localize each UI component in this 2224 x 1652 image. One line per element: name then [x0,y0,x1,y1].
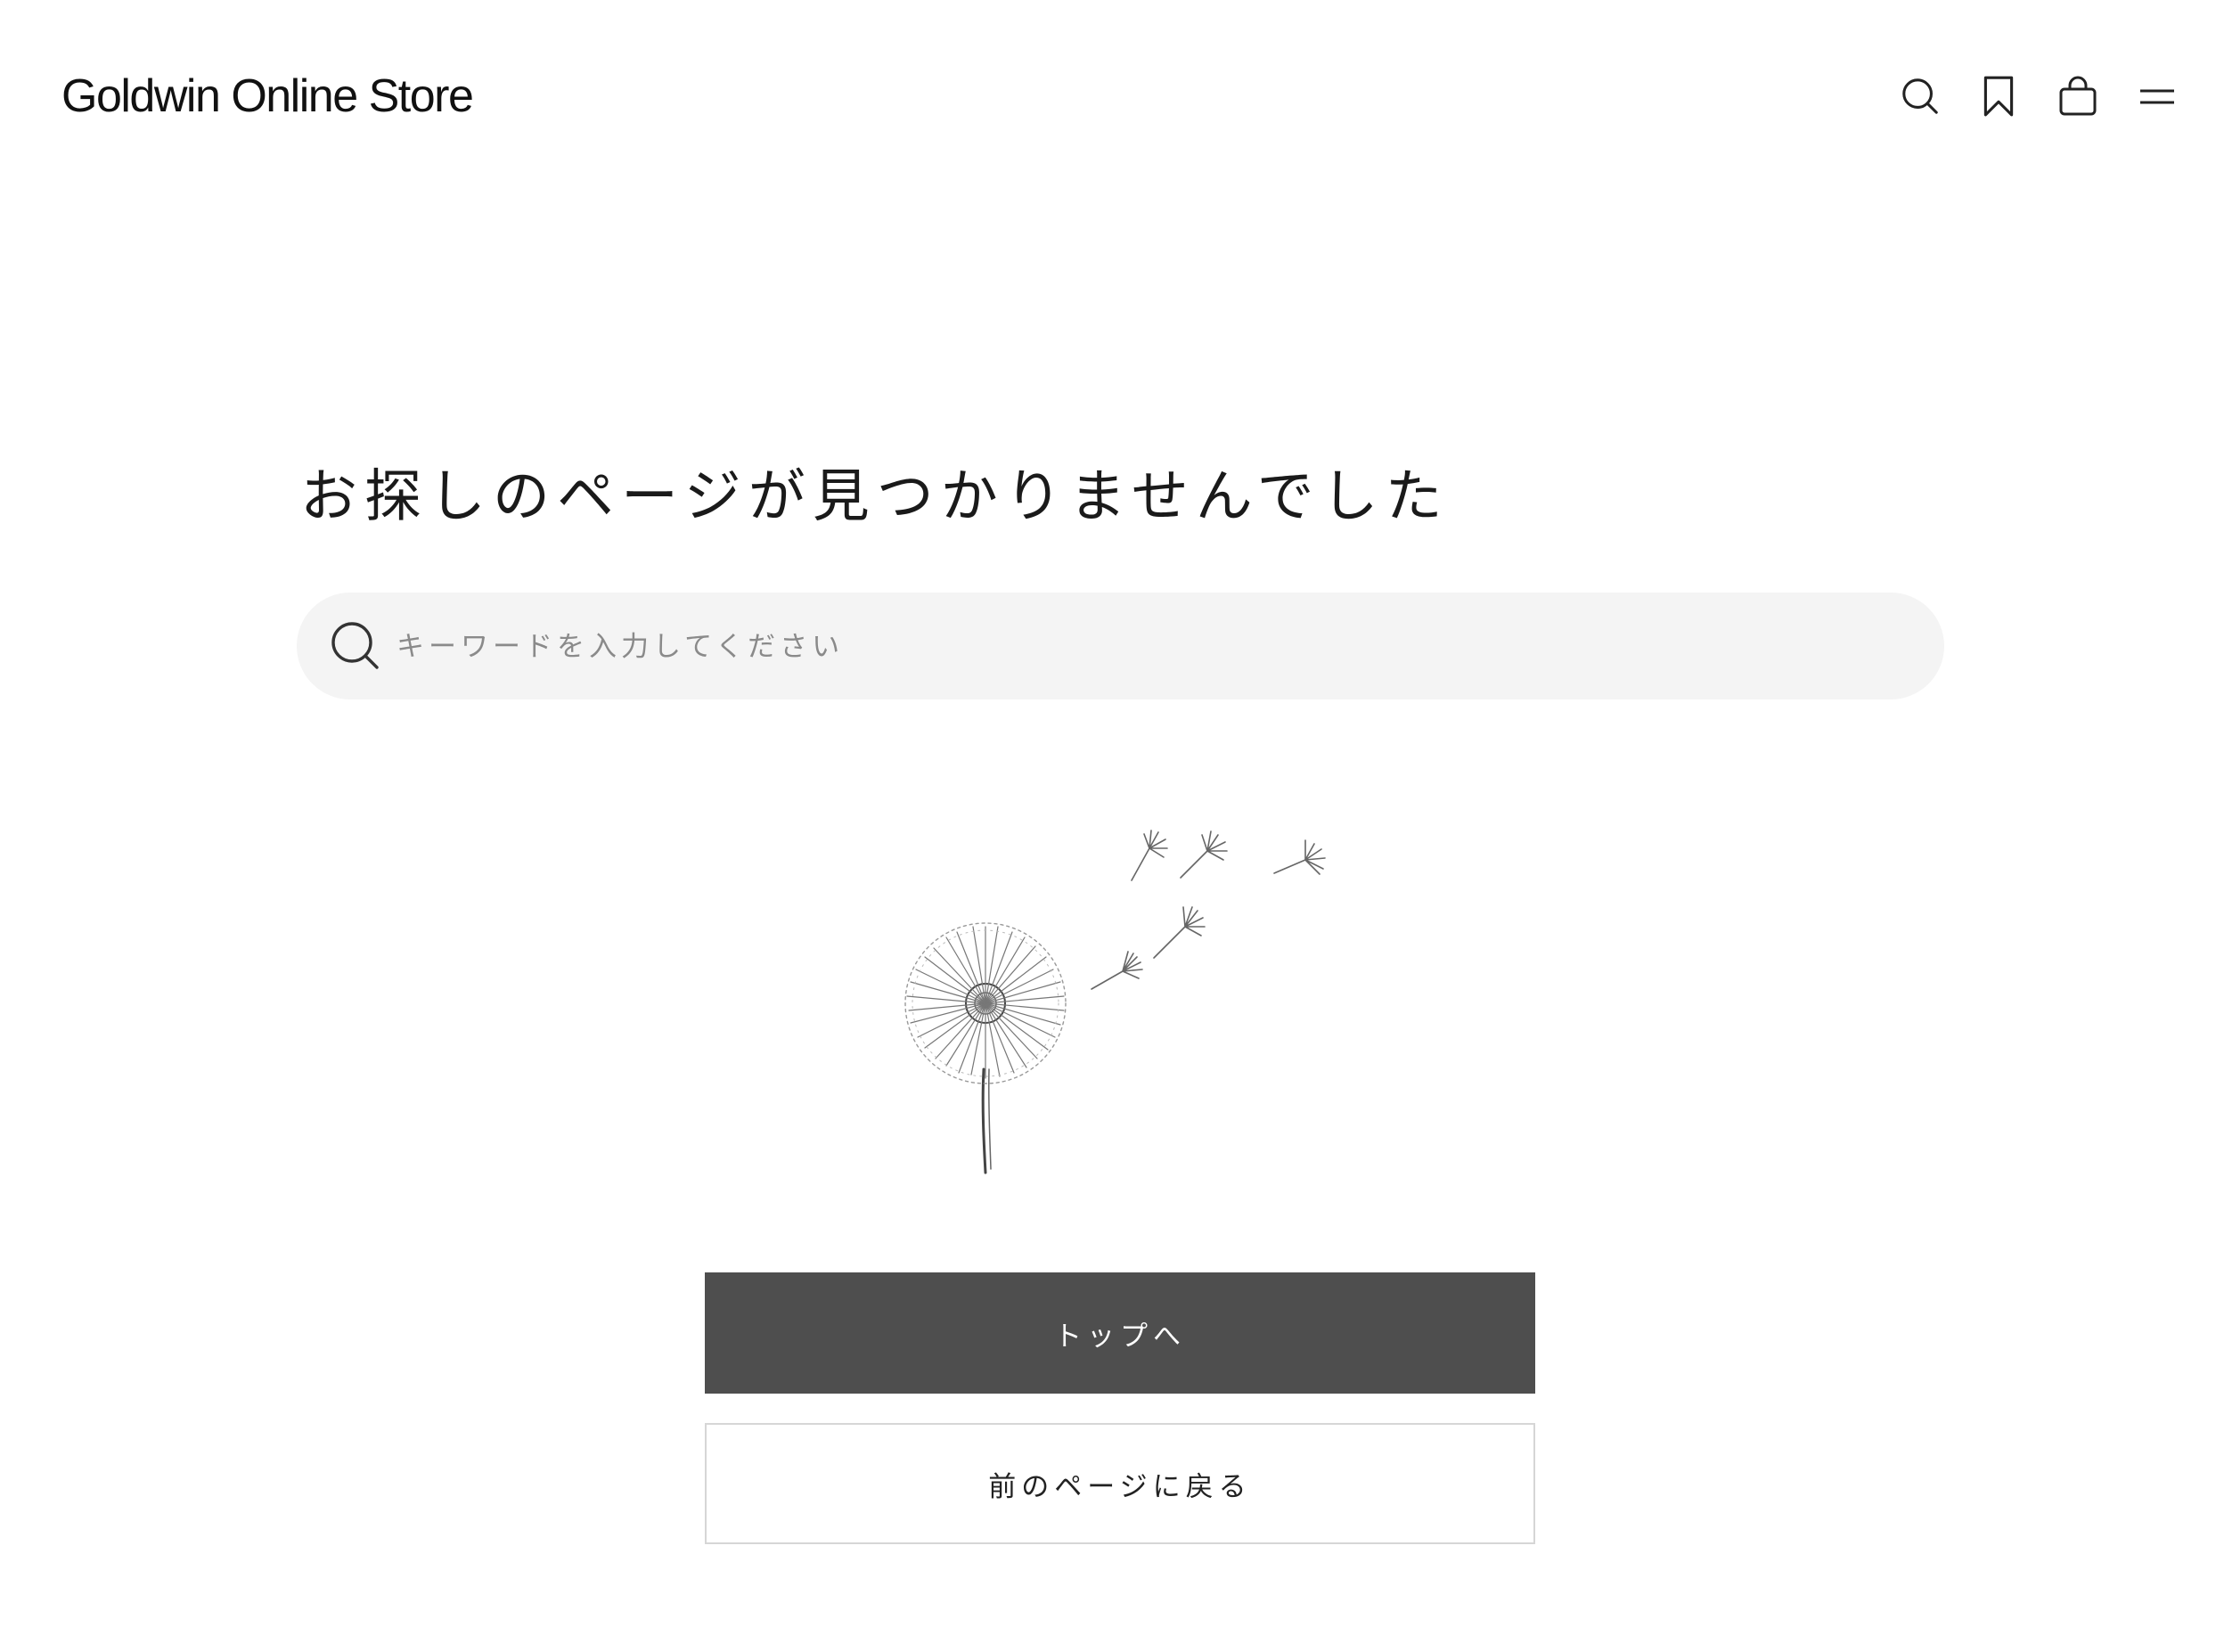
page-title: お探しのページが見つかりませんでした [300,464,1450,530]
go-to-top-button[interactable]: トップへ [705,1272,1535,1394]
search-input[interactable] [395,593,1913,701]
not-found-content: お探しのページが見つかりませんでした キーワードを入力してください トップへ 前… [0,0,2224,1652]
search-icon [329,619,382,673]
back-to-previous-button[interactable]: 前のページに戻る [705,1423,1535,1544]
dandelion-illustration [873,802,1372,1194]
search-bar[interactable] [297,593,1944,701]
